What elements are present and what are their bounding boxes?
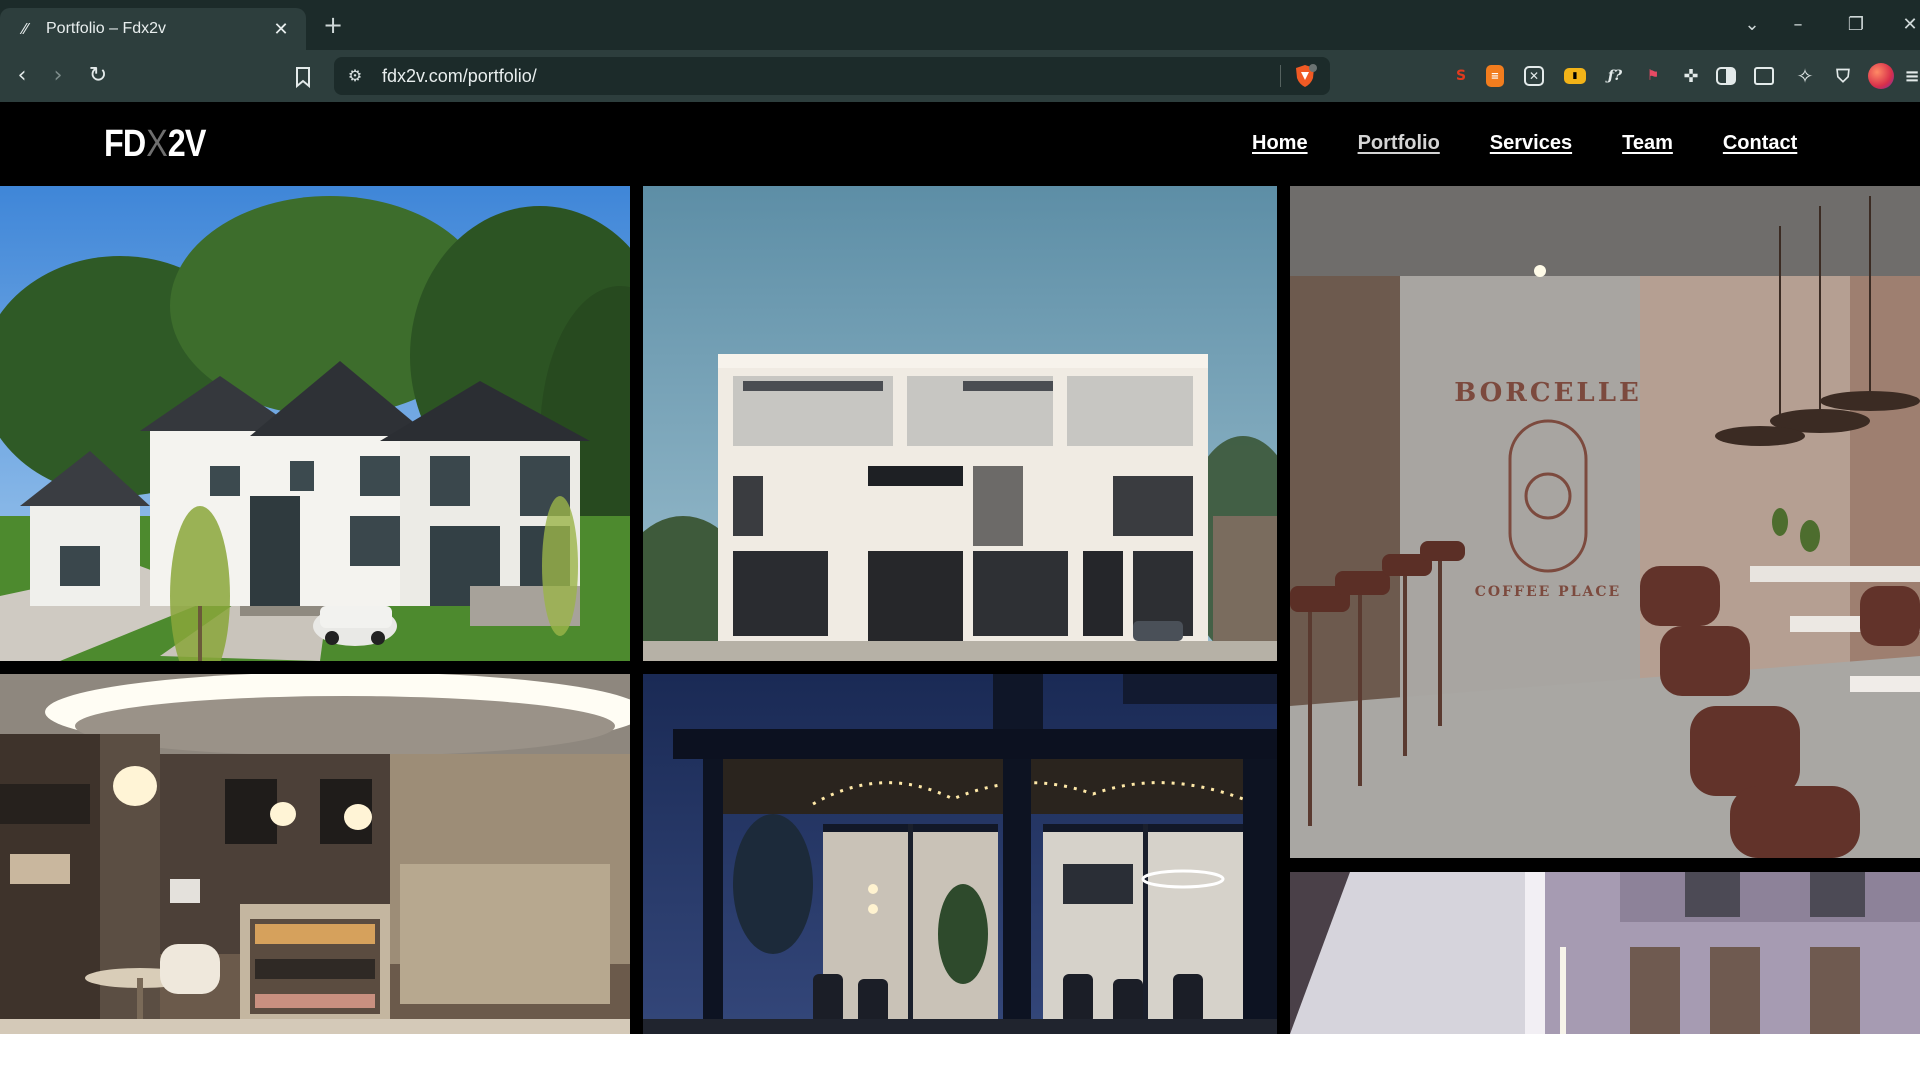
close-tab-icon[interactable]: ✕ <box>270 18 292 40</box>
reload-button[interactable]: ↻ <box>82 60 114 92</box>
site-logo[interactable]: FD X 2V <box>104 122 207 165</box>
browser-toolbar: ‹ › ↻ ⚙ fdx2v.com/portfolio/ S ≡ ✕ ▮ ƒ? … <box>0 50 1920 102</box>
nav-contact[interactable]: Contact <box>1723 132 1797 155</box>
fx-icon[interactable]: ƒ? <box>1602 63 1628 89</box>
seo-extension-icon[interactable]: S <box>1448 63 1474 89</box>
close-window-button[interactable]: ✕ <box>1890 10 1920 40</box>
portfolio-tile-purple-facade[interactable] <box>1290 872 1920 1034</box>
main-navigation: Home Portfolio Services Team Contact <box>1252 132 1847 155</box>
browser-tab-strip: ⁄⁄ Portfolio – Fdx2v ✕ + ⌄ – ❐ ✕ <box>0 0 1920 50</box>
portfolio-tile-night-pergola[interactable] <box>643 674 1277 1034</box>
site-header: FD X 2V Home Portfolio Services Team Conta… <box>0 102 1920 186</box>
tab-search-chevron-down-icon[interactable]: ⌄ <box>1732 10 1772 40</box>
logo-part-fd: FD <box>104 122 146 165</box>
logo-part-2v: 2V <box>167 122 207 165</box>
modern-white-building-image <box>643 186 1277 661</box>
night-pergola-dining-image <box>643 674 1277 1034</box>
tab-title: Portfolio – Fdx2v <box>46 20 167 37</box>
suburban-house-image <box>0 186 630 661</box>
back-button[interactable]: ‹ <box>6 60 38 92</box>
minimize-button[interactable]: – <box>1778 10 1818 40</box>
nav-services[interactable]: Services <box>1490 132 1572 155</box>
borcelle-sign-subtext: COFFEE PLACE <box>1475 584 1621 600</box>
portfolio-tile-bakery-counter[interactable] <box>0 674 630 1034</box>
logo-part-x: X <box>146 122 168 165</box>
forward-button[interactable]: › <box>42 60 74 92</box>
portfolio-tile-suburban-house[interactable] <box>0 186 630 661</box>
sparkle-icon[interactable]: ✧ <box>1792 63 1818 89</box>
portfolio-tile-modern-building[interactable] <box>643 186 1277 661</box>
portfolio-grid: BORCELLE COFFEE PLACE <box>0 186 1920 1034</box>
restore-button[interactable]: ❐ <box>1836 10 1876 40</box>
fdx2v-favicon-icon: ⁄⁄ <box>22 20 28 38</box>
address-bar[interactable]: ⚙ fdx2v.com/portfolio/ <box>334 57 1330 95</box>
url-text[interactable]: fdx2v.com/portfolio/ <box>382 66 537 87</box>
purple-facade-building-image <box>1290 872 1920 1034</box>
pin-icon[interactable]: ⚑ <box>1640 63 1666 89</box>
brave-shield-icon[interactable] <box>1292 63 1318 89</box>
nav-home[interactable]: Home <box>1252 132 1308 155</box>
omnibox-divider <box>1280 65 1281 87</box>
yellow-tag-icon[interactable]: ▮ <box>1564 68 1586 84</box>
wallet-icon[interactable] <box>1754 67 1774 85</box>
bakery-counter-interior-image <box>0 674 630 1034</box>
borcelle-sign-text: BORCELLE <box>1454 378 1642 408</box>
tune-icon[interactable]: ⚙ <box>344 65 366 87</box>
sidebar-icon[interactable] <box>1716 67 1736 85</box>
bookmark-icon[interactable] <box>288 62 318 92</box>
nav-team[interactable]: Team <box>1622 132 1673 155</box>
browser-tab[interactable]: ⁄⁄ Portfolio – Fdx2v ✕ <box>0 8 306 50</box>
vpn-shield-icon[interactable]: ⛉ <box>1830 63 1856 89</box>
new-tab-button[interactable]: + <box>318 12 348 40</box>
page-bottom-area <box>0 1034 1920 1080</box>
grid-extension-icon[interactable]: ✕ <box>1524 66 1544 86</box>
orange-note-icon[interactable]: ≡ <box>1486 65 1504 87</box>
nav-portfolio[interactable]: Portfolio <box>1358 132 1440 155</box>
borcelle-coffee-interior-image: BORCELLE COFFEE PLACE <box>1290 186 1920 858</box>
portfolio-tile-borcelle-coffee[interactable]: BORCELLE COFFEE PLACE <box>1290 186 1920 858</box>
menu-icon[interactable]: ≡ <box>1904 63 1920 89</box>
puzzle-icon[interactable]: ✜ <box>1678 63 1704 89</box>
profile-icon[interactable] <box>1868 63 1894 89</box>
